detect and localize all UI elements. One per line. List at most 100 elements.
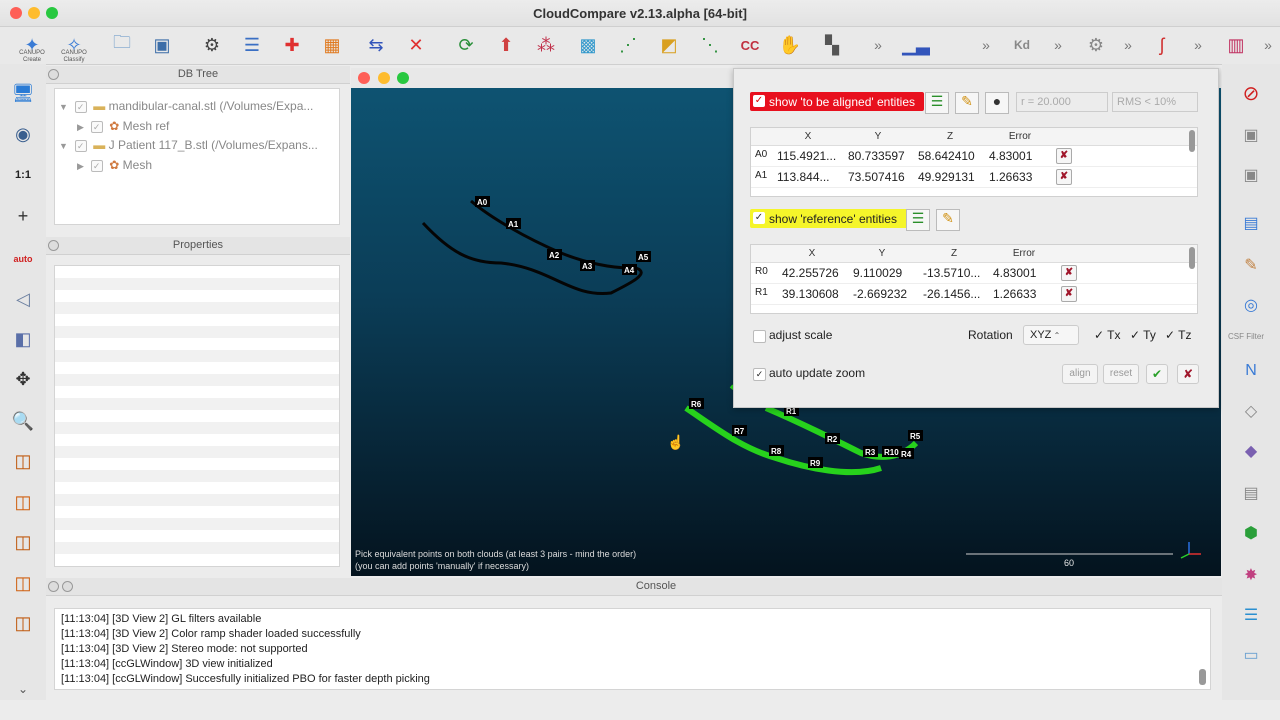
- tree-item[interactable]: ▼ ✓ ▬ mandibular-canal.stl (/Volumes/Exp…: [59, 97, 313, 115]
- point-pairs-icon[interactable]: ⋱: [696, 31, 724, 59]
- noise-filter-icon[interactable]: ⋰: [614, 31, 642, 59]
- visibility-checkbox[interactable]: ✓: [90, 120, 103, 133]
- camera-icon[interactable]: ◉: [9, 121, 37, 147]
- toolbar-overflow-4-icon[interactable]: »: [1114, 31, 1142, 59]
- show-aligned-toggle[interactable]: ✓ show 'to be aligned' entities: [750, 92, 924, 111]
- mesh-icon[interactable]: ▩: [574, 31, 602, 59]
- db-tree-float-button[interactable]: [48, 69, 59, 80]
- save-icon[interactable]: ▣: [148, 31, 176, 59]
- reference-edit-icon[interactable]: ✎: [936, 209, 960, 231]
- cube-icon[interactable]: ◧: [9, 326, 37, 352]
- adjust-scale-checkbox[interactable]: [753, 330, 766, 343]
- show-reference-toggle[interactable]: ✓ show 'reference' entities: [750, 209, 908, 228]
- cancel-icon[interactable]: ✘: [1177, 364, 1199, 384]
- plugin-pcv-icon[interactable]: ▤: [1237, 480, 1265, 506]
- reference-list-icon[interactable]: ☰: [906, 209, 930, 231]
- normals-icon[interactable]: ⬆: [492, 31, 520, 59]
- reset-button[interactable]: reset: [1103, 364, 1139, 384]
- perspective-icon[interactable]: ◁: [9, 286, 37, 312]
- plugin-hpr-icon[interactable]: ◇: [1237, 398, 1265, 424]
- tx-toggle[interactable]: ✓ Tx: [1094, 328, 1121, 342]
- plugin-m3c2-icon[interactable]: ◆: [1237, 438, 1265, 464]
- console-close-button[interactable]: [48, 581, 59, 592]
- toolbar-overflow-2-icon[interactable]: »: [972, 31, 1000, 59]
- pivot-icon[interactable]: +: [9, 203, 37, 229]
- remove-point-button[interactable]: ✘: [1061, 286, 1077, 302]
- auto-update-zoom-checkbox[interactable]: ✓: [753, 368, 766, 381]
- checkerboard-icon[interactable]: ▚: [818, 31, 846, 59]
- zoom-icon[interactable]: 🔍: [9, 408, 37, 434]
- compass-icon[interactable]: ◎: [1237, 292, 1265, 318]
- aligned-sphere-icon[interactable]: ●: [985, 92, 1009, 114]
- toolbar-overflow-5-icon[interactable]: »: [1184, 31, 1212, 59]
- brush-icon[interactable]: ✎: [1237, 252, 1265, 278]
- aligned-edit-icon[interactable]: ✎: [955, 92, 979, 114]
- open-folder-icon[interactable]: 🗀: [108, 31, 136, 59]
- rms-field[interactable]: RMS < 10%: [1112, 92, 1198, 112]
- aligned-points-table[interactable]: X Y Z Error A0 115.4921... 80.733597 58.…: [750, 127, 1198, 197]
- layers-icon[interactable]: ☰: [1237, 602, 1265, 628]
- normal-n-icon[interactable]: N: [1237, 358, 1265, 384]
- subsample-icon[interactable]: ⁂: [532, 31, 560, 59]
- film-icon[interactable]: ▤: [1237, 210, 1265, 236]
- plugin-hex-icon[interactable]: ⬢: [1237, 520, 1265, 546]
- console-log[interactable]: [11:13:04] [3D View 2] GL filters availa…: [54, 608, 1211, 690]
- console-scrollbar[interactable]: [1199, 669, 1206, 685]
- plugin-cssd-icon[interactable]: ▣: [1237, 162, 1265, 188]
- table-row[interactable]: A0 115.4921... 80.733597 58.642410 4.830…: [751, 146, 1197, 167]
- show-aligned-checkbox[interactable]: ✓: [753, 95, 765, 107]
- remove-point-button[interactable]: ✘: [1056, 169, 1072, 185]
- rotation-select[interactable]: XYZ ⌃: [1023, 325, 1079, 345]
- toolbar-overflow-icon[interactable]: »: [864, 31, 892, 59]
- tree-item[interactable]: ▼ ✓ ▬ J Patient 117_B.stl (/Volumes/Expa…: [59, 136, 318, 154]
- db-tree-list[interactable]: ▼ ✓ ▬ mandibular-canal.stl (/Volumes/Exp…: [54, 88, 340, 225]
- sf-icon[interactable]: ◩: [655, 31, 683, 59]
- scale-1-1-button[interactable]: 1:1: [9, 162, 37, 188]
- plugin-cdl-icon[interactable]: ▣: [1237, 122, 1265, 148]
- toolbar-overflow-6-icon[interactable]: »: [1254, 31, 1280, 59]
- table-row[interactable]: R1 39.130608 -2.669232 -26.1456... 1.266…: [751, 284, 1197, 305]
- aligned-table-scrollbar[interactable]: [1189, 130, 1195, 152]
- tree-item[interactable]: ▶ ✓ ✿ Mesh ref: [77, 117, 169, 135]
- stop-icon[interactable]: ⊘: [1237, 80, 1265, 106]
- view-iso-icon[interactable]: ◫: [9, 610, 37, 636]
- delete-icon[interactable]: ✕: [402, 31, 430, 59]
- plugin-gear-icon[interactable]: ⚙: [1082, 31, 1110, 59]
- pick-options-icon[interactable]: ⚙: [198, 31, 226, 59]
- table-row[interactable]: A1 113.844... 73.507416 49.929131 1.2663…: [751, 167, 1197, 188]
- properties-table[interactable]: [54, 265, 340, 567]
- validate-icon[interactable]: ✔: [1146, 364, 1168, 384]
- table-row[interactable]: R0 42.255726 9.110029 -13.5710... 4.8300…: [751, 263, 1197, 284]
- color-grid-icon[interactable]: ▦: [318, 31, 346, 59]
- hand-icon[interactable]: ✋: [776, 31, 804, 59]
- remove-point-button[interactable]: ✘: [1056, 148, 1072, 164]
- properties-float-button[interactable]: [48, 240, 59, 251]
- show-reference-checkbox[interactable]: ✓: [753, 212, 765, 224]
- move-icon[interactable]: ✥: [9, 366, 37, 392]
- toolbar-overflow-3-icon[interactable]: »: [1044, 31, 1072, 59]
- histogram-icon[interactable]: ▁▃: [902, 31, 930, 59]
- aligned-list-icon[interactable]: ☰: [925, 92, 949, 114]
- merge-icon[interactable]: ⇆: [362, 31, 390, 59]
- visibility-checkbox[interactable]: ✓: [74, 139, 87, 152]
- add-icon[interactable]: ✚: [278, 31, 306, 59]
- display-icon[interactable]: 🖥: [9, 80, 37, 106]
- align-button[interactable]: align: [1062, 364, 1098, 384]
- csf-filter-label[interactable]: CSF Filter: [1228, 332, 1264, 341]
- kd-tree-icon[interactable]: Kd: [1008, 31, 1036, 59]
- visibility-checkbox[interactable]: ✓: [90, 159, 103, 172]
- ccc-icon[interactable]: CC: [736, 31, 764, 59]
- radius-field[interactable]: r = 20.000: [1016, 92, 1108, 112]
- tree-item[interactable]: ▶ ✓ ✿ Mesh: [77, 156, 152, 174]
- expand-toolbar-icon[interactable]: ⌄: [9, 676, 37, 702]
- view-front-icon[interactable]: ◫: [9, 489, 37, 515]
- ty-toggle[interactable]: ✓ Ty: [1130, 328, 1156, 342]
- console-float-button[interactable]: [62, 581, 73, 592]
- list-icon[interactable]: ☰: [238, 31, 266, 59]
- tz-toggle[interactable]: ✓ Tz: [1165, 328, 1192, 342]
- plugin-rsd-icon[interactable]: ✸: [1237, 562, 1265, 588]
- remove-point-button[interactable]: ✘: [1061, 265, 1077, 281]
- view-left-icon[interactable]: ◫: [9, 529, 37, 555]
- reference-table-scrollbar[interactable]: [1189, 247, 1195, 269]
- view-top-icon[interactable]: ◫: [9, 448, 37, 474]
